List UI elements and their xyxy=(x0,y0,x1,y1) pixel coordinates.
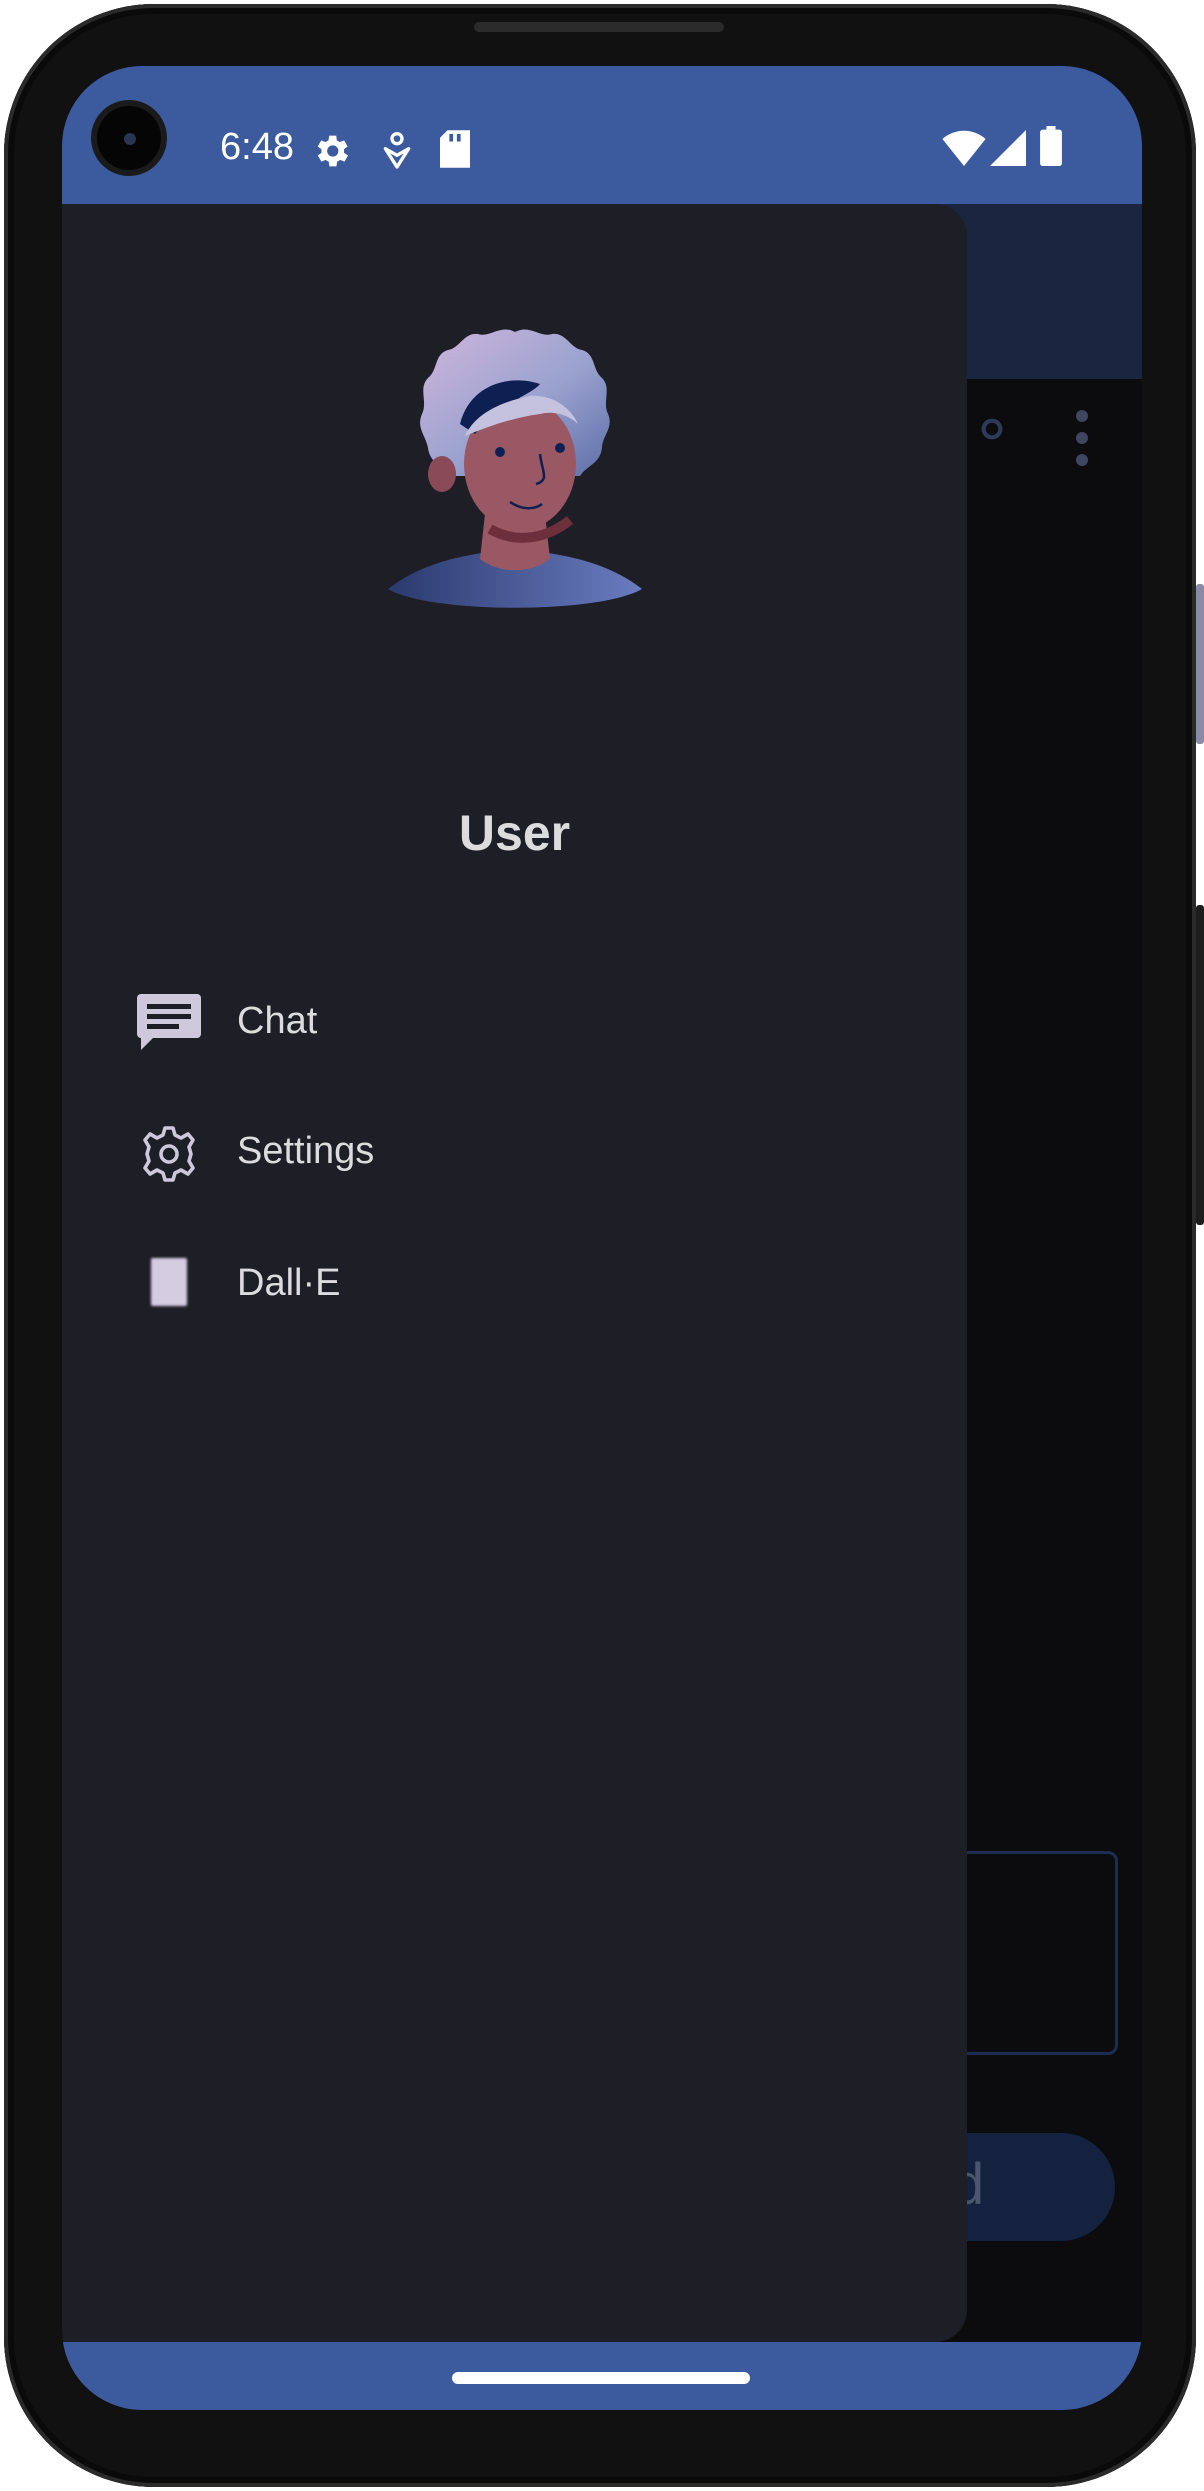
drawer-item-settings[interactable]: Settings xyxy=(127,1104,917,1204)
drawer-item-chat-label: Chat xyxy=(237,1000,318,1042)
cog-icon[interactable] xyxy=(967,404,1017,454)
battery-icon xyxy=(1040,126,1062,166)
home-gesture-handle[interactable] xyxy=(452,2372,750,2384)
settings-gear-icon xyxy=(317,135,348,167)
navigation-drawer: User Chat Settings Dall·E xyxy=(62,204,967,2342)
volume-button xyxy=(1196,584,1204,744)
front-camera xyxy=(97,106,161,170)
chat-icon xyxy=(137,994,201,1050)
sd-card-icon xyxy=(440,130,470,168)
drawer-item-dalle-label: Dall·E xyxy=(237,1262,341,1304)
status-bar: 6:48 xyxy=(62,66,1142,204)
drawer-item-dalle[interactable]: Dall·E xyxy=(127,1236,917,1336)
status-time: 6:48 xyxy=(220,126,294,168)
user-avatar xyxy=(388,329,642,608)
drawer-item-settings-label: Settings xyxy=(237,1130,375,1172)
image-icon xyxy=(151,1258,187,1306)
wifi-icon xyxy=(942,130,986,166)
speaker-grill xyxy=(474,22,724,32)
screen: d 6:48 User Chat Settings Dall·E xyxy=(62,66,1142,2410)
drawer-item-chat[interactable]: Chat xyxy=(127,974,917,1074)
overflow-menu-icon[interactable] xyxy=(1074,408,1090,468)
power-button xyxy=(1196,905,1204,1225)
drawer-user-name: User xyxy=(458,805,571,861)
cell-signal-icon xyxy=(990,130,1026,166)
accessibility-icon xyxy=(383,132,411,169)
gear-icon xyxy=(143,1126,195,1182)
